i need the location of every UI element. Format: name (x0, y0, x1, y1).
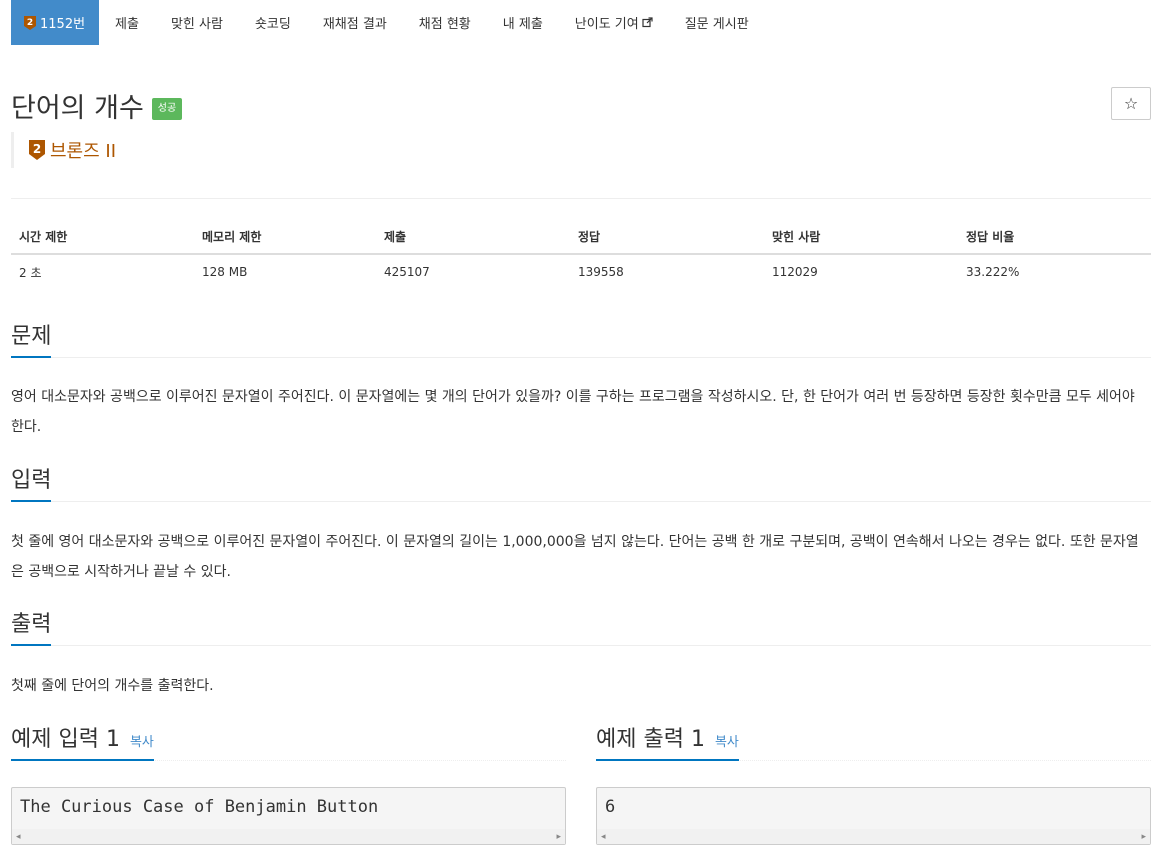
horizontal-scrollbar[interactable]: ◂ ▸ (12, 829, 565, 844)
problem-title-row: 단어의 개수 성공 (11, 86, 183, 125)
star-icon: ☆ (1123, 94, 1139, 113)
tab-difficulty-contribution[interactable]: 난이도 기여 (559, 0, 669, 45)
description-section-header: 문제 (11, 320, 1151, 358)
memory-limit-value: 128 MB (202, 265, 248, 279)
horizontal-scrollbar[interactable]: ◂ ▸ (597, 829, 1150, 844)
sample-output-title: 예제 출력 1 복사 (596, 721, 739, 761)
sample-input-label: 예제 입력 1 (11, 727, 120, 752)
sample-input-title: 예제 입력 1 복사 (11, 721, 154, 761)
accept-ratio-value: 33.222% (966, 265, 1020, 279)
tier-label[interactable]: 브론즈 II (50, 137, 116, 163)
output-section-header: 출력 (11, 608, 1151, 646)
header-accepted: 정답 (570, 220, 764, 255)
tab-difficulty-label: 난이도 기여 (574, 17, 639, 32)
header-solved-users: 맞힌 사람 (764, 220, 958, 255)
problem-tier: 2 브론즈 II (11, 132, 116, 168)
sample-input-value: The Curious Case of Benjamin Button (20, 797, 379, 817)
input-title: 입력 (11, 462, 52, 502)
status-badge: 성공 (151, 97, 183, 120)
copy-input-button[interactable]: 복사 (130, 735, 154, 750)
table-header-row: 시간 제한 메모리 제한 제출 정답 맞힌 사람 정답 비율 (11, 220, 1151, 255)
tab-short-coding[interactable]: 숏코딩 (239, 0, 307, 45)
svg-text:2: 2 (33, 142, 41, 156)
bronze-tier-icon: 2 (29, 140, 45, 160)
tab-submit[interactable]: 제출 (99, 0, 155, 45)
table-row: 2 초 128 MB 425107 139558 112029 33.222% (11, 254, 1151, 289)
accepted-value: 139558 (578, 265, 624, 279)
sample-output-box[interactable]: 6 ◂ ▸ (596, 787, 1151, 845)
scroll-left-icon[interactable]: ◂ (16, 832, 21, 842)
external-link-icon (642, 17, 653, 28)
output-title: 출력 (11, 606, 52, 646)
tab-solved-users[interactable]: 맞힌 사람 (155, 0, 239, 45)
copy-output-button[interactable]: 복사 (715, 735, 739, 750)
star-button[interactable]: ☆ (1111, 87, 1151, 120)
tab-status[interactable]: 채점 현황 (403, 0, 487, 45)
sample-output-label: 예제 출력 1 (596, 727, 705, 752)
tab-my-submissions[interactable]: 내 제출 (487, 0, 559, 45)
divider (11, 198, 1151, 199)
input-text: 첫 줄에 영어 대소문자와 공백으로 이루어진 문자열이 주어진다. 이 문자열… (11, 534, 1139, 580)
sample-output-header: 예제 출력 1 복사 (596, 723, 1151, 761)
time-limit-value: 2 초 (19, 265, 42, 280)
svg-text:2: 2 (27, 18, 33, 28)
scroll-right-icon[interactable]: ▸ (1141, 832, 1146, 842)
page-title: 단어의 개수 (11, 93, 144, 124)
submissions-value: 425107 (384, 265, 430, 279)
problem-number: 1152번 (40, 17, 86, 32)
bronze-tier-icon: 2 (24, 15, 36, 30)
tab-problem[interactable]: 2 1152번 (11, 0, 100, 45)
tab-question-board[interactable]: 질문 게시판 (669, 0, 765, 45)
sample-input-box[interactable]: The Curious Case of Benjamin Button ◂ ▸ (11, 787, 566, 845)
description-text: 영어 대소문자와 공백으로 이루어진 문자열이 주어진다. 이 문자열에는 몇 … (11, 389, 1135, 435)
header-memory-limit: 메모리 제한 (194, 220, 376, 255)
tab-rejudge-results[interactable]: 재채점 결과 (307, 0, 403, 45)
sample-output-value: 6 (605, 797, 616, 817)
header-accept-ratio: 정답 비율 (958, 220, 1151, 255)
header-submissions: 제출 (376, 220, 570, 255)
solved-users-value: 112029 (772, 265, 818, 279)
sample-input-header: 예제 입력 1 복사 (11, 723, 566, 761)
problem-info-table: 시간 제한 메모리 제한 제출 정답 맞힌 사람 정답 비율 2 초 128 M… (11, 220, 1151, 289)
header-time-limit: 시간 제한 (11, 220, 194, 255)
description-title: 문제 (11, 318, 52, 358)
output-text: 첫째 줄에 단어의 개수를 출력한다. (11, 678, 214, 694)
problem-menu: 2 1152번 제출 맞힌 사람 숏코딩 재채점 결과 채점 현황 내 제출 난… (11, 0, 765, 45)
scroll-left-icon[interactable]: ◂ (601, 832, 606, 842)
scroll-right-icon[interactable]: ▸ (556, 832, 561, 842)
input-section-header: 입력 (11, 464, 1151, 502)
